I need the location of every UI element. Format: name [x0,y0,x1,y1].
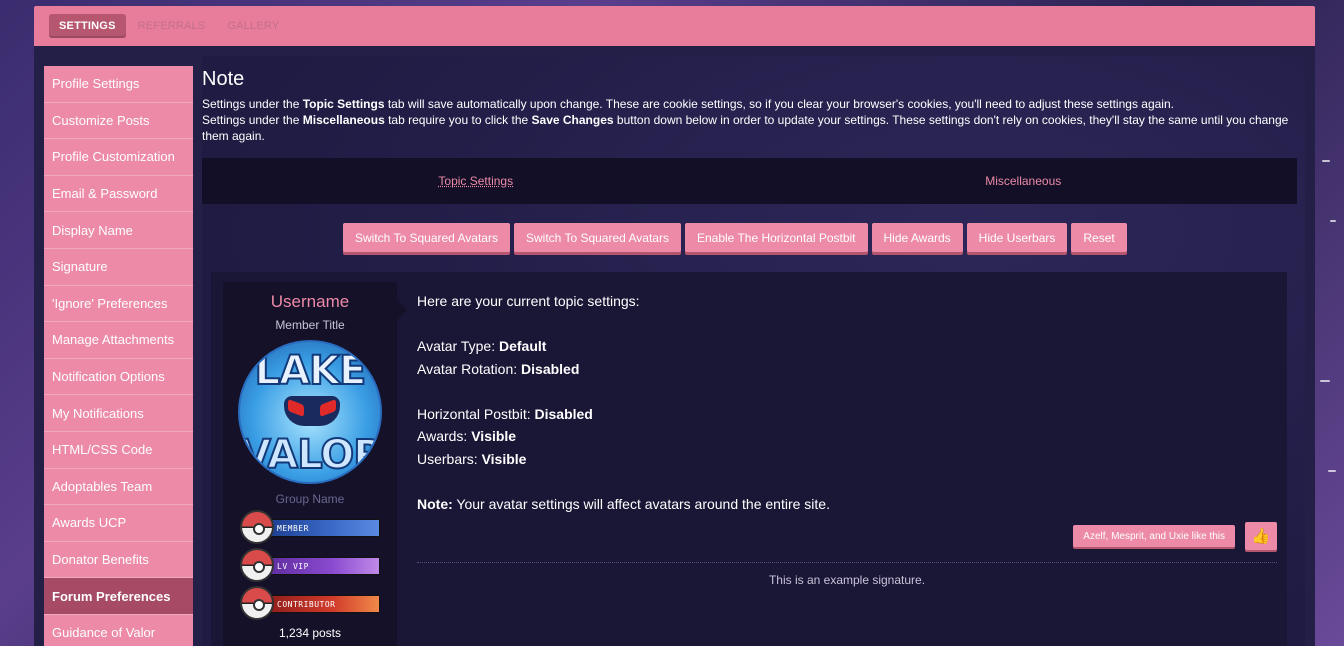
top-navigation-bar: SETTINGS REFERRALS GALLERY [34,6,1315,46]
signature-divider [417,562,1277,563]
tab-topic-settings[interactable]: Topic Settings [202,174,750,188]
likes-list[interactable]: Azelf, Mesprit, and Uxie like this [1073,525,1235,547]
post-signature: This is an example signature. [768,573,926,587]
note-text: Settings under the Topic Settings tab wi… [202,96,1302,144]
sidebar-item-awards-ucp[interactable]: Awards UCP [44,505,193,542]
setting-horizontal-postbit: Horizontal Postbit: Disabled [417,403,1277,426]
note-line2-start: Settings under the [202,113,303,127]
sidebar-item-signature[interactable]: Signature [44,248,193,286]
post-note-label: Note: [417,495,453,512]
background-sparkle [1322,160,1330,162]
reset-button[interactable]: Reset [1071,223,1127,252]
userbar-vip: LV VIP [240,548,380,582]
setting-label: Horizontal Postbit: [417,405,535,422]
sidebar-item-forum-preferences[interactable]: Forum Preferences [44,578,193,615]
avatar-logo-top: LAKE [254,347,368,395]
member-title: Member Title [275,318,345,332]
sidebar-item-manage-attachments[interactable]: Manage Attachments [44,322,193,359]
avatar-emblem-icon [284,396,340,426]
avatar-logo-bottom: VALOR [240,431,382,479]
sidebar-item-customize-posts[interactable]: Customize Posts [44,102,193,140]
horizontal-postbit-button[interactable]: Enable The Horizontal Postbit [684,223,868,252]
settings-tabs: Topic Settings Miscellaneous [202,158,1297,204]
topic-settings-buttons: Switch To Squared Avatars Switch To Squa… [343,223,1127,252]
likes-area: Azelf, Mesprit, and Uxie like this 👍 [1073,522,1277,550]
author-panel-arrow [397,300,407,320]
note-line1-start: Settings under the [202,97,303,111]
setting-label: Userbars: [417,450,482,467]
pokeball-icon [240,548,274,582]
note-line1-end: tab will save automatically upon change.… [384,97,1174,111]
setting-userbars: Userbars: Visible [417,448,1277,471]
group-name: Group Name [275,492,345,506]
note-line2-mid: tab require you to click the [384,113,532,127]
setting-value: Visible [471,428,517,444]
post-author-panel: Username Member Title LAKE VALOR Group N… [223,282,407,646]
sidebar-item-my-notifications[interactable]: My Notifications [44,395,193,432]
setting-value: Default [498,338,547,354]
note-line2-bold-misc: Miscellaneous [302,113,385,127]
post-count: 1,234 posts [278,626,342,640]
userbar-contributor: CONTRIBUTOR [240,586,380,620]
sidebar-item-ignore-preferences[interactable]: 'Ignore' Preferences [44,285,193,323]
note-line2-bold-save: Save Changes [531,113,614,127]
sidebar-item-email-password[interactable]: Email & Password [44,175,193,213]
like-button[interactable]: 👍 [1245,522,1277,550]
userbar-label: CONTRIBUTOR [260,595,380,613]
squared-avatars-button-2[interactable]: Switch To Squared Avatars [513,223,681,252]
settings-shell: Profile Settings Customize Posts Profile… [34,46,1315,646]
userbar-member: MEMBER [240,510,380,544]
example-post: Username Member Title LAKE VALOR Group N… [211,272,1287,646]
post-body: Here are your current topic settings: Av… [417,290,1277,515]
note-title: Note [202,68,245,90]
setting-awards: Awards: Visible [417,425,1277,448]
post-note-text: Your avatar settings will affect avatars… [452,495,830,512]
setting-value: Disabled [521,360,580,377]
post-username[interactable]: Username [271,292,349,312]
background-sparkle [1330,220,1336,222]
sidebar-item-profile-customization[interactable]: Profile Customization [44,139,193,176]
sidebar-item-html-css-code[interactable]: HTML/CSS Code [44,431,193,469]
userbar-label: LV VIP [260,557,380,575]
setting-avatar-rotation: Avatar Rotation: Disabled [417,358,1277,381]
background-sparkle [1320,380,1330,382]
sidebar-item-display-name[interactable]: Display Name [44,212,193,249]
post-note: Note: Your avatar settings will affect a… [417,493,1277,516]
thumbs-up-icon: 👍 [1251,528,1271,545]
sidebar-item-adoptables-team[interactable]: Adoptables Team [44,468,193,506]
setting-avatar-type: Avatar Type: Default [417,335,1277,358]
nav-tab-settings[interactable]: SETTINGS [49,14,126,38]
userbar-label: MEMBER [260,519,380,537]
nav-tab-referrals[interactable]: REFERRALS [128,14,216,38]
tab-miscellaneous[interactable]: Miscellaneous [750,174,1298,188]
setting-label: Avatar Type: [417,338,499,354]
pokeball-icon [240,510,274,544]
setting-value: Visible [481,450,527,467]
settings-sidebar: Profile Settings Customize Posts Profile… [44,66,193,646]
note-line1-bold: Topic Settings [302,97,385,111]
setting-label: Avatar Rotation: [417,360,522,377]
sidebar-item-profile-settings[interactable]: Profile Settings [44,66,193,103]
sidebar-item-guidance-of-valor[interactable]: Guidance of Valor [44,614,193,646]
main-content: Note Settings under the Topic Settings t… [202,56,1305,646]
post-intro: Here are your current topic settings: [417,293,640,309]
nav-tab-gallery[interactable]: GALLERY [217,14,289,38]
hide-userbars-button[interactable]: Hide Userbars [966,223,1068,252]
setting-value: Disabled [534,405,593,422]
hide-awards-button[interactable]: Hide Awards [871,223,963,252]
background-sparkle [1328,470,1336,472]
avatar[interactable]: LAKE VALOR [238,340,382,484]
sidebar-item-donator-benefits[interactable]: Donator Benefits [44,541,193,579]
sidebar-item-notification-options[interactable]: Notification Options [44,358,193,396]
squared-avatars-button[interactable]: Switch To Squared Avatars [343,223,510,252]
setting-label: Awards: [417,428,472,444]
pokeball-icon [240,586,274,620]
